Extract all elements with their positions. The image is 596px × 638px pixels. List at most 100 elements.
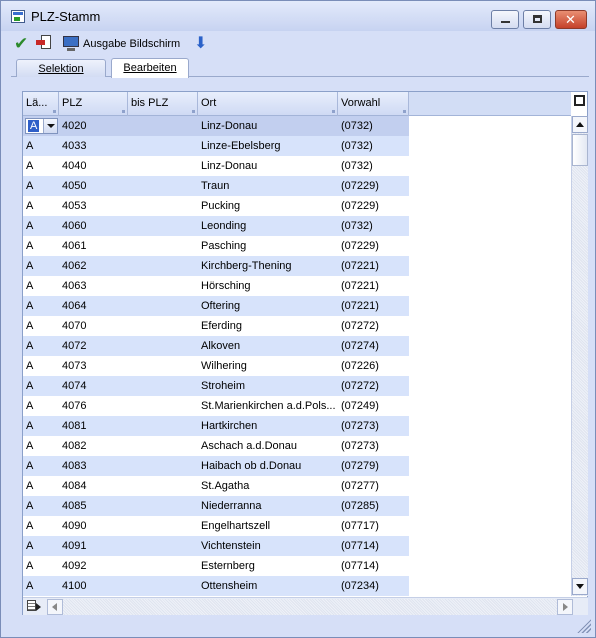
cell-land[interactable]: A [23, 276, 59, 296]
down-arrow-icon[interactable]: ⬇ [194, 35, 210, 53]
cell-vorwahl[interactable]: (07273) [338, 416, 409, 436]
cell-bis[interactable] [128, 296, 198, 316]
cell-plz[interactable]: 4091 [59, 536, 128, 556]
cell-land[interactable]: A [23, 516, 59, 536]
cell-vorwahl[interactable]: (07229) [338, 236, 409, 256]
cell-ort[interactable]: Esternberg [198, 556, 338, 576]
cell-ort[interactable]: St.Marienkirchen a.d.Pols... [198, 396, 338, 416]
cell-vorwahl[interactable]: (07277) [338, 476, 409, 496]
cell-vorwahl[interactable]: (07717) [338, 516, 409, 536]
cell-ort[interactable]: Pucking [198, 196, 338, 216]
cell-land[interactable]: A [23, 396, 59, 416]
cell-ort[interactable]: Aschach a.d.Donau [198, 436, 338, 456]
scroll-up-button[interactable] [572, 116, 588, 133]
cell-ort[interactable]: Stroheim [198, 376, 338, 396]
cell-land[interactable]: A [23, 496, 59, 516]
cell-vorwahl[interactable]: (07234) [338, 576, 409, 596]
cell-plz[interactable]: 4033 [59, 136, 128, 156]
table-row[interactable]: A 4081 Hartkirchen (07273) [23, 416, 409, 436]
minimize-button[interactable] [491, 10, 519, 29]
cell-bis[interactable] [128, 576, 198, 596]
cell-plz[interactable]: 4070 [59, 316, 128, 336]
table-row[interactable]: A 4090 Engelhartszell (07717) [23, 516, 409, 536]
table-row[interactable]: A 4020 Linz-Donau (0732) [23, 116, 409, 136]
cell-vorwahl[interactable]: (07272) [338, 316, 409, 336]
cell-ort[interactable]: Ottensheim [198, 576, 338, 596]
table-row[interactable]: A 4064 Oftering (07221) [23, 296, 409, 316]
cell-plz[interactable]: 4072 [59, 336, 128, 356]
record-navigator-icon[interactable] [27, 600, 41, 613]
cell-plz[interactable]: 4083 [59, 456, 128, 476]
table-row[interactable]: A 4061 Pasching (07229) [23, 236, 409, 256]
resize-grip-icon[interactable] [577, 619, 591, 633]
table-row[interactable]: A 4092 Esternberg (07714) [23, 556, 409, 576]
cell-plz[interactable]: 4084 [59, 476, 128, 496]
cell-bis[interactable] [128, 316, 198, 336]
cell-ort[interactable]: Alkoven [198, 336, 338, 356]
cell-vorwahl[interactable]: (07274) [338, 336, 409, 356]
cell-plz[interactable]: 4050 [59, 176, 128, 196]
cell-vorwahl[interactable]: (07272) [338, 376, 409, 396]
export-icon[interactable] [36, 35, 54, 53]
cell-bis[interactable] [128, 556, 198, 576]
tab-selektion[interactable]: Selektion [16, 59, 106, 77]
cell-ort[interactable]: Vichtenstein [198, 536, 338, 556]
monitor-icon[interactable] [62, 35, 80, 53]
cell-ort[interactable]: Linz-Donau [198, 156, 338, 176]
cell-land[interactable]: A [23, 316, 59, 336]
tab-bearbeiten[interactable]: Bearbeiten [111, 58, 189, 78]
scroll-thumb[interactable] [572, 134, 588, 166]
chevron-down-icon[interactable] [43, 119, 57, 133]
cell-vorwahl[interactable]: (07229) [338, 196, 409, 216]
cell-bis[interactable] [128, 436, 198, 456]
output-screen-button[interactable]: Ausgabe Bildschirm [83, 38, 180, 50]
vertical-scrollbar[interactable] [571, 116, 588, 596]
cell-plz[interactable]: 4020 [59, 116, 128, 136]
cell-bis[interactable] [128, 336, 198, 356]
table-row[interactable]: A 4060 Leonding (0732) [23, 216, 409, 236]
table-row[interactable]: A 4063 Hörsching (07221) [23, 276, 409, 296]
cell-bis[interactable] [128, 536, 198, 556]
cell-bis[interactable] [128, 396, 198, 416]
cell-vorwahl[interactable]: (0732) [338, 136, 409, 156]
cell-vorwahl[interactable]: (07279) [338, 456, 409, 476]
cell-ort[interactable]: Hörsching [198, 276, 338, 296]
cell-bis[interactable] [128, 456, 198, 476]
table-row[interactable]: A 4040 Linz-Donau (0732) [23, 156, 409, 176]
table-row[interactable]: A 4072 Alkoven (07274) [23, 336, 409, 356]
cell-vorwahl[interactable]: (0732) [338, 216, 409, 236]
column-header-ort[interactable]: Ort [198, 92, 338, 116]
cell-plz[interactable]: 4074 [59, 376, 128, 396]
table-row[interactable]: A 4053 Pucking (07229) [23, 196, 409, 216]
title-bar[interactable]: PLZ-Stamm ✕ [1, 1, 595, 31]
column-header-land[interactable]: Lä... [23, 92, 59, 116]
cell-vorwahl[interactable]: (07221) [338, 256, 409, 276]
cell-plz[interactable]: 4090 [59, 516, 128, 536]
cell-bis[interactable] [128, 236, 198, 256]
cell-plz[interactable]: 4064 [59, 296, 128, 316]
cell-plz[interactable]: 4061 [59, 236, 128, 256]
cell-ort[interactable]: St.Agatha [198, 476, 338, 496]
land-dropdown[interactable]: A [25, 118, 58, 134]
table-row[interactable]: A 4085 Niederranna (07285) [23, 496, 409, 516]
cell-plz[interactable]: 4060 [59, 216, 128, 236]
cell-bis[interactable] [128, 376, 198, 396]
cell-land[interactable]: A [23, 296, 59, 316]
cell-ort[interactable]: Leonding [198, 216, 338, 236]
cell-vorwahl[interactable]: (07229) [338, 176, 409, 196]
cell-land[interactable]: A [23, 356, 59, 376]
scroll-left-button[interactable] [47, 599, 63, 615]
column-header-plz[interactable]: PLZ [59, 92, 128, 116]
cell-bis[interactable] [128, 256, 198, 276]
cell-vorwahl[interactable]: (07285) [338, 496, 409, 516]
table-row[interactable]: A 4074 Stroheim (07272) [23, 376, 409, 396]
cell-bis[interactable] [128, 176, 198, 196]
cell-land[interactable]: A [23, 216, 59, 236]
check-icon[interactable]: ✔ [14, 35, 30, 53]
table-row[interactable]: A 4073 Wilhering (07226) [23, 356, 409, 376]
cell-bis[interactable] [128, 116, 198, 136]
horizontal-scroll-track[interactable] [63, 599, 557, 615]
cell-bis[interactable] [128, 416, 198, 436]
cell-vorwahl[interactable]: (07221) [338, 276, 409, 296]
table-row[interactable]: A 4076 St.Marienkirchen a.d.Pols... (07249) [23, 396, 409, 416]
